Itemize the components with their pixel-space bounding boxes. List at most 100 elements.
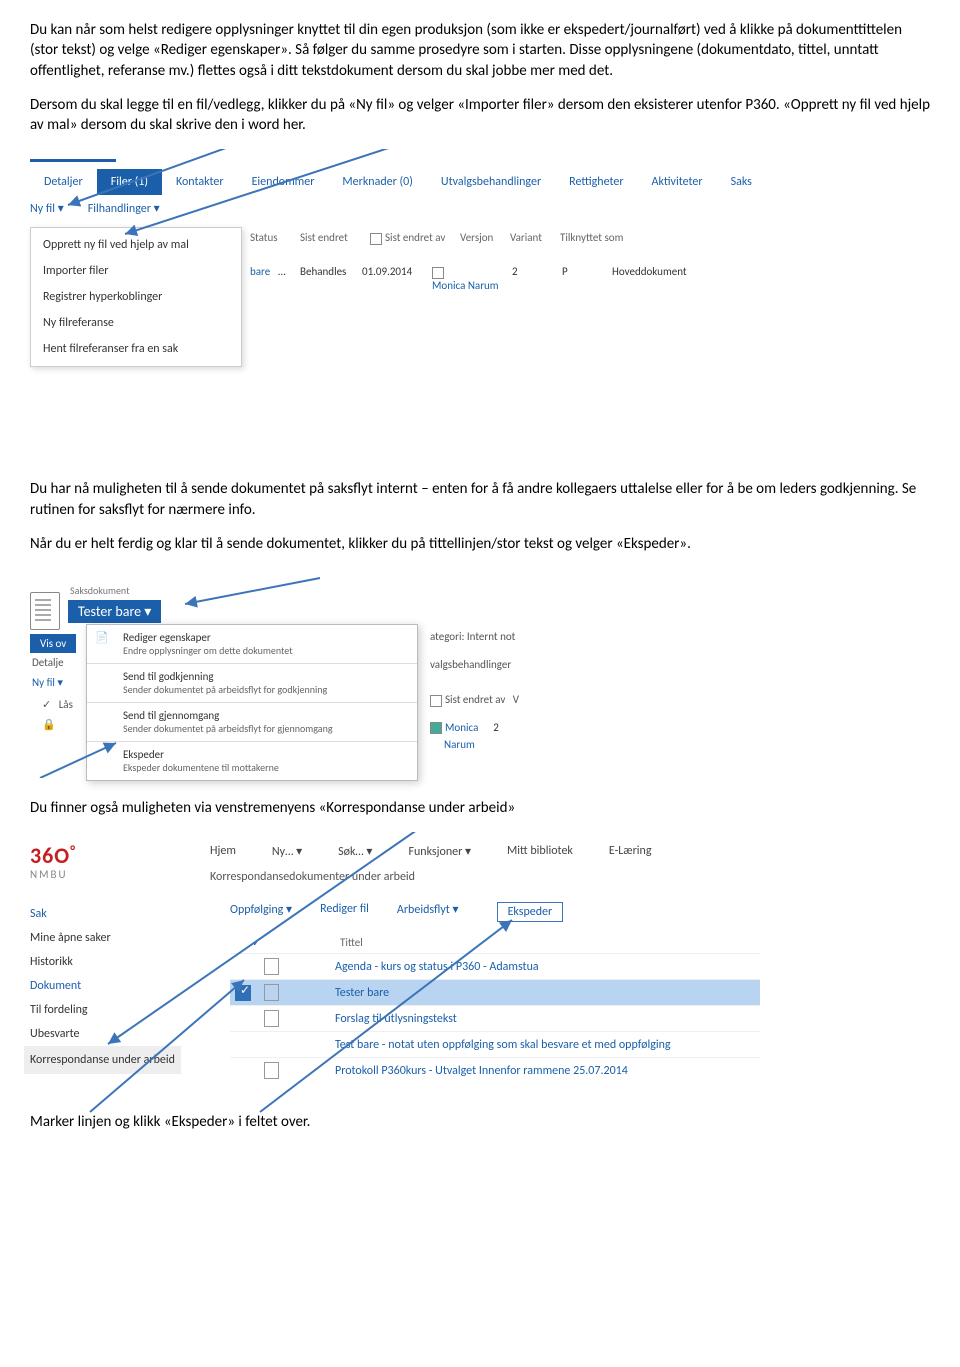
file-icon: [264, 984, 279, 1001]
paragraph: Dersom du skal legge til en fil/vedlegg,…: [30, 95, 930, 136]
td-variant: P: [562, 265, 612, 291]
checkbox-icon[interactable]: [430, 722, 442, 734]
tab-eiendommer[interactable]: Eiendommer: [238, 169, 329, 195]
ny-fil-dropdown[interactable]: Ny fil ▾: [30, 201, 64, 216]
tab-aktiviteter[interactable]: Aktiviteter: [638, 169, 717, 195]
ny-fil-menu: Opprett ny fil ved hjelp av mal Importer…: [30, 227, 242, 367]
action-oppfolging[interactable]: Oppfølging ▾: [230, 902, 292, 922]
paragraph: Når du er helt ferdig og klar til å send…: [30, 534, 930, 554]
list-row[interactable]: Forslag til utlysningstekst: [230, 1006, 760, 1032]
doc-type-label: Saksdokument: [70, 584, 129, 597]
filhandlinger-dropdown[interactable]: Filhandlinger ▾: [88, 201, 160, 216]
list-row[interactable]: Protokoll P360kurs - Utvalget Innenfor r…: [230, 1058, 760, 1083]
menu-item-gjennomgang[interactable]: Send til gjennomgang Sender dokumentet p…: [87, 703, 417, 742]
document-icon: [30, 592, 60, 630]
menu-label: Send til godkjenning: [123, 670, 407, 683]
logo-nmbu: NMBU: [30, 868, 68, 881]
checkbox-icon[interactable]: [370, 233, 382, 245]
td-status: Behandles: [300, 265, 362, 291]
menu-sub: Sender dokumentet på arbeidsflyt for god…: [123, 683, 407, 696]
seav-label: Sist endret av: [445, 693, 505, 706]
vis-tab[interactable]: Vis ov: [30, 634, 76, 653]
tab-detaljer[interactable]: Detaljer: [30, 169, 97, 195]
action-rediger[interactable]: Rediger fil: [320, 902, 369, 922]
logo-360: 36O°: [30, 842, 76, 869]
menu-label: Send til gjennomgang: [123, 709, 407, 722]
td-tk: Hoveddokument: [612, 265, 712, 291]
nav-item[interactable]: Til fordeling: [30, 998, 181, 1022]
nav-bibliotek[interactable]: Mitt bibliotek: [507, 844, 573, 859]
ny-fil-link[interactable]: Ny fil ▾: [32, 676, 63, 689]
th-status: Status: [250, 231, 300, 244]
tab-utvalg[interactable]: Utvalgsbehandlinger: [427, 169, 555, 195]
document-list: ✓ Tittel Agenda - kurs og status i P360 …: [230, 932, 760, 1083]
td-versjon: 2: [512, 265, 562, 291]
tab-rettigheter[interactable]: Rettigheter: [555, 169, 637, 195]
menu-item-hent-filref[interactable]: Hent filreferanser fra en sak: [31, 336, 241, 362]
lock-icon: 🔒: [42, 718, 56, 731]
menu-item-opprett[interactable]: Opprett ny fil ved hjelp av mal: [31, 232, 241, 258]
row-title[interactable]: Tester bare: [287, 986, 760, 1000]
menu-item-hyperkoblinger[interactable]: Registrer hyperkoblinger: [31, 284, 241, 310]
checkbox-icon[interactable]: [430, 695, 442, 707]
nav-ny[interactable]: Ny… ▾: [272, 844, 302, 859]
check-icon[interactable]: ✓: [252, 936, 261, 949]
table-row[interactable]: bare … Behandles 01.09.2014 Monica Narum…: [250, 265, 712, 291]
nav-item[interactable]: Ubesvarte: [30, 1022, 181, 1046]
action-ekspeder[interactable]: Ekspeder: [497, 902, 564, 922]
nav-funksjoner[interactable]: Funksjoner ▾: [408, 844, 471, 859]
nav-heading-dokument: Dokument: [30, 974, 181, 998]
tab-bar: Detaljer Filer (1) Kontakter Eiendommer …: [30, 169, 766, 195]
row-check[interactable]: [230, 985, 256, 1001]
kategori-label: ategori: Internt not: [430, 628, 519, 646]
edit-icon: 📄: [95, 631, 109, 644]
menu-label: Rediger egenskaper: [123, 631, 407, 644]
file-icon: [264, 1062, 279, 1079]
row-title[interactable]: Agenda - kurs og status i P360 - Adamstu…: [287, 960, 760, 974]
nav-hjem[interactable]: Hjem: [210, 844, 236, 859]
menu-item-godkjenning[interactable]: Send til godkjenning Sender dokumentet p…: [87, 664, 417, 703]
menu-sub: Endre opplysninger om dette dokumentet: [123, 644, 407, 657]
nav-item[interactable]: Historikk: [30, 950, 181, 974]
tab-saks[interactable]: Saks: [717, 169, 766, 195]
paragraph: Marker linjen og klikk «Ekspeder» i felt…: [30, 1112, 930, 1132]
menu-item-ny-filref[interactable]: Ny filreferanse: [31, 310, 241, 336]
tab-filer[interactable]: Filer (1): [97, 169, 162, 195]
row-title[interactable]: Forslag til utlysningstekst: [287, 1012, 760, 1026]
menu-item-ekspeder[interactable]: Ekspeder Ekspeder dokumentene til mottak…: [87, 742, 417, 780]
td-navn: Monica Narum: [432, 265, 512, 291]
list-row[interactable]: Test bare - notat uten oppfølging som sk…: [230, 1032, 760, 1058]
checkbox-icon[interactable]: [432, 267, 444, 279]
nav-sok[interactable]: Søk… ▾: [338, 844, 372, 859]
paragraph: Du har nå muligheten til å sende dokumen…: [30, 479, 930, 520]
top-nav: Hjem Ny… ▾ Søk… ▾ Funksjoner ▾ Mitt bibl…: [210, 844, 651, 859]
th-sist-endret-av: Sist endret av: [370, 231, 460, 244]
nav-item-selected[interactable]: Korrespondanse under arbeid: [24, 1046, 181, 1074]
tab-merknader[interactable]: Merknader (0): [328, 169, 426, 195]
nav-item[interactable]: Mine åpne saker: [30, 926, 181, 950]
menu-item-rediger[interactable]: 📄 Rediger egenskaper Endre opplysninger …: [87, 625, 417, 664]
nav-elaering[interactable]: E-Læring: [609, 844, 652, 859]
th-versjon: Versjon: [460, 231, 510, 244]
ellipsis-icon[interactable]: …: [278, 265, 300, 291]
paragraph: Du kan når som helst redigere opplysning…: [30, 20, 930, 81]
tab-kontakter[interactable]: Kontakter: [162, 169, 238, 195]
context-menu: 📄 Rediger egenskaper Endre opplysninger …: [86, 624, 418, 781]
menu-item-importer[interactable]: Importer filer: [31, 258, 241, 284]
list-row-selected[interactable]: Tester bare: [230, 980, 760, 1006]
col-tittel: Tittel: [340, 936, 363, 949]
table-header: Status Sist endret Sist endret av Versjo…: [250, 231, 650, 244]
action-arbeidsflyt[interactable]: Arbeidsflyt ▾: [397, 902, 459, 922]
las-label: ✓ Lås: [42, 698, 73, 711]
doc-title-dropdown[interactable]: Tester bare ▾: [68, 600, 161, 623]
detaljer-tab[interactable]: Detalje: [32, 656, 64, 669]
valg-label: valgsbehandlinger: [430, 656, 519, 674]
name-label: Monica: [445, 721, 478, 734]
screenshot-3: 36O° NMBU Hjem Ny… ▾ Søk… ▾ Funksjoner ▾…: [30, 832, 770, 1072]
menu-label: Ekspeder: [123, 748, 407, 761]
row-title[interactable]: Test bare - notat uten oppfølging som sk…: [287, 1038, 760, 1052]
th-sist-endret: Sist endret: [300, 231, 370, 244]
th-variant: Variant: [510, 231, 560, 244]
row-title[interactable]: Protokoll P360kurs - Utvalget Innenfor r…: [287, 1064, 760, 1078]
list-row[interactable]: Agenda - kurs og status i P360 - Adamstu…: [230, 954, 760, 980]
